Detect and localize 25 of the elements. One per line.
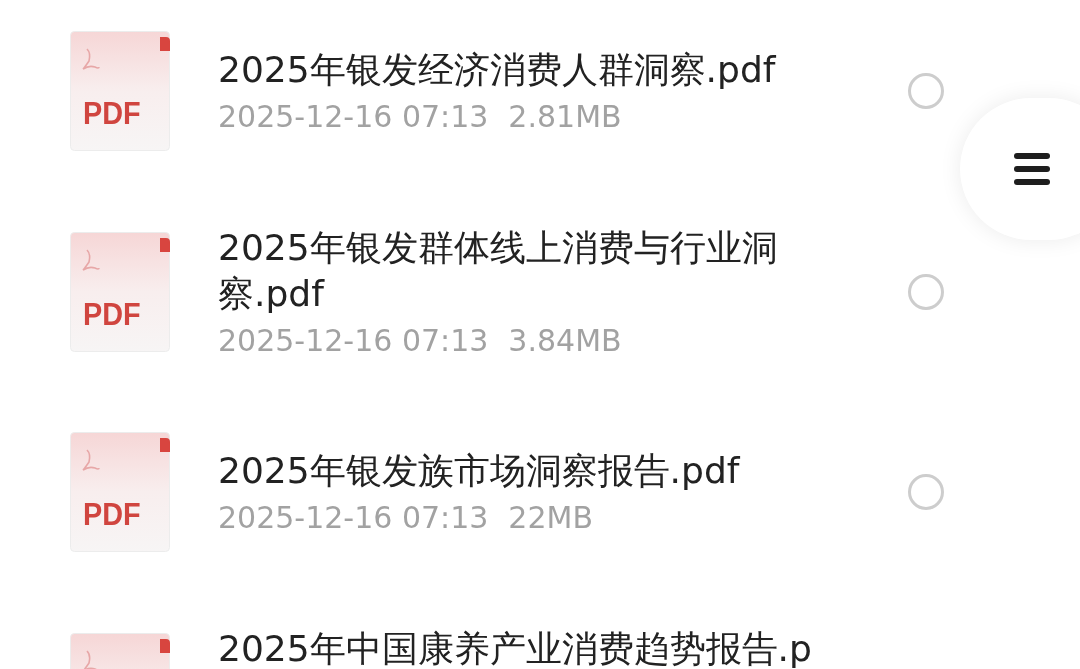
file-size: 2.81MB xyxy=(508,99,622,136)
file-name[interactable]: 2025年银发群体线上消费与行业洞察.pdf xyxy=(218,224,858,317)
file-size: 3.84MB xyxy=(508,322,622,359)
squiggle-icon xyxy=(82,248,100,271)
file-name[interactable]: 2025年中国康养产业消费趋势报告.p xyxy=(218,625,858,669)
select-radio[interactable] xyxy=(908,474,944,511)
squiggle-icon xyxy=(82,48,100,71)
squiggle-icon xyxy=(82,449,100,472)
file-date: 2025-12-16 07:13 xyxy=(218,99,489,136)
corner-tab-icon xyxy=(160,237,170,252)
pdf-label: PDF xyxy=(83,498,141,531)
file-name[interactable]: 2025年银发族市场洞察报告.pdf xyxy=(218,448,858,495)
file-date: 2025-12-16 07:13 xyxy=(218,322,489,359)
pdf-label: PDF xyxy=(83,97,141,130)
file-size: 22MB xyxy=(508,500,593,537)
file-date: 2025-12-16 07:13 xyxy=(218,500,489,537)
file-name[interactable]: 2025年银发经济消费人群洞察.pdf xyxy=(218,47,858,94)
corner-tab-icon xyxy=(160,638,170,653)
pdf-label: PDF xyxy=(83,297,141,330)
select-radio[interactable] xyxy=(908,273,944,310)
select-radio[interactable] xyxy=(908,73,944,110)
menu-button[interactable] xyxy=(960,98,1080,240)
corner-tab-icon xyxy=(160,37,170,52)
menu-icon xyxy=(1014,151,1050,187)
corner-tab-icon xyxy=(160,438,170,453)
